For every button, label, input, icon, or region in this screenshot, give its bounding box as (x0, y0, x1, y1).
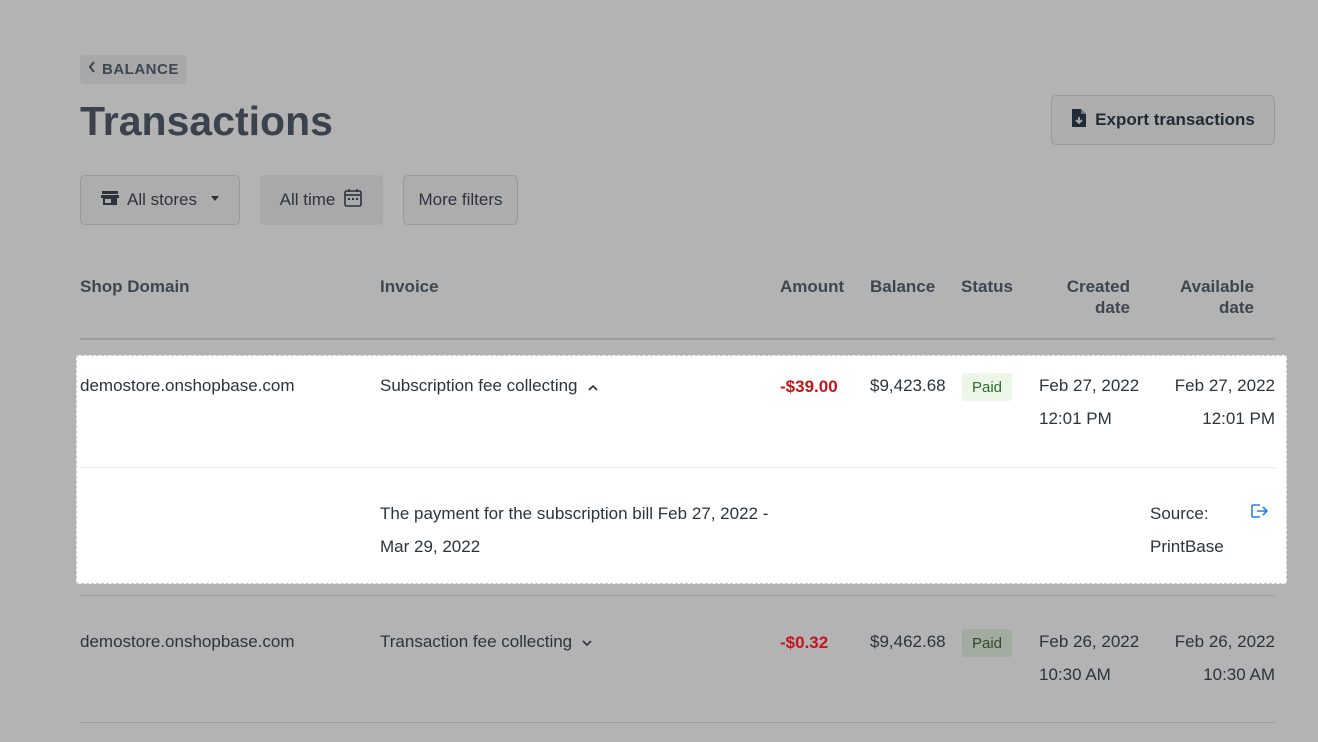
row1-detail-description: The payment for the subscription bill Fe… (380, 497, 768, 563)
col-header-created-line2: date (1095, 298, 1130, 317)
row2-available-day: Feb 26, 2022 (1174, 632, 1275, 651)
row2-status-badge: Paid (962, 629, 1013, 657)
row2-available-time: 10:30 AM (1203, 665, 1275, 684)
row1-detail-source: Source: PrintBase (1150, 497, 1224, 563)
row1-divider (80, 595, 1275, 596)
row1-available-date: Feb 27, 2022 12:01 PM (1160, 369, 1275, 435)
row2-amount: -$0.32 (780, 633, 829, 652)
row1-available-day: Feb 27, 2022 (1174, 376, 1275, 395)
row1-invoice-toggle[interactable]: Subscription fee collecting (380, 369, 598, 402)
store-filter-label: All stores (127, 190, 197, 209)
open-external-icon[interactable] (1250, 503, 1270, 524)
col-header-available-line2: date (1219, 298, 1254, 317)
row2-divider (80, 722, 1275, 723)
row1-source-label: Source: (1150, 504, 1209, 523)
row2-balance: $9,462.68 (870, 632, 946, 651)
row1-available-time: 12:01 PM (1202, 409, 1275, 428)
chevron-left-icon (88, 61, 96, 75)
row1-detail-divider (80, 467, 1275, 468)
row1-created-date: Feb 27, 2022 12:01 PM (1039, 369, 1139, 435)
row1-created-day: Feb 27, 2022 (1039, 376, 1140, 395)
export-transactions-button[interactable]: Export transactions (1051, 95, 1275, 145)
table-header-divider (80, 338, 1275, 340)
back-to-balance-button[interactable]: BALANCE (80, 55, 187, 84)
row2-invoice-toggle[interactable]: Transaction fee collecting (380, 625, 592, 658)
calendar-icon (343, 188, 363, 213)
date-filter-label: All time (279, 190, 336, 209)
col-header-balance: Balance (870, 277, 936, 296)
col-header-amount: Amount (780, 277, 845, 296)
row2-created-time: 10:30 AM (1039, 665, 1111, 684)
row1-balance: $9,423.68 (870, 376, 946, 395)
more-filters-button[interactable]: More filters (403, 175, 518, 225)
row1-created-time: 12:01 PM (1039, 409, 1112, 428)
col-header-invoice: Invoice (380, 277, 439, 296)
col-header-created-line1: Created (1066, 277, 1130, 296)
page-title: Transactions (80, 98, 333, 144)
row1-invoice-label: Subscription fee collecting (380, 376, 578, 395)
col-header-available-line1: Available (1179, 277, 1254, 296)
col-header-status: Status (961, 277, 1013, 296)
row1-detail-line1: The payment for the subscription bill Fe… (380, 504, 769, 523)
export-label: Export transactions (1095, 110, 1255, 129)
row2-created-day: Feb 26, 2022 (1039, 632, 1140, 651)
col-header-shop-domain: Shop Domain (80, 277, 190, 296)
file-export-icon (1071, 108, 1087, 133)
back-label: BALANCE (102, 61, 179, 78)
store-icon (101, 190, 120, 211)
caret-down-icon (210, 195, 219, 201)
row1-source-value: PrintBase (1150, 537, 1224, 556)
row1-shop-domain: demostore.onshopbase.com (80, 376, 295, 395)
store-filter-dropdown[interactable]: All stores (80, 175, 240, 225)
row2-invoice-label: Transaction fee collecting (380, 632, 573, 651)
more-filters-label: More filters (418, 190, 503, 209)
col-header-available-date: Available date (1154, 276, 1254, 318)
date-range-filter[interactable]: All time (260, 175, 383, 225)
chevron-up-icon (587, 369, 598, 402)
row2-shop-domain: demostore.onshopbase.com (80, 632, 295, 651)
col-header-created-date: Created date (1030, 276, 1130, 318)
chevron-down-icon (582, 625, 592, 658)
row1-detail-line2: Mar 29, 2022 (380, 537, 481, 556)
row1-amount: -$39.00 (780, 377, 838, 396)
row2-available-date: Feb 26, 2022 10:30 AM (1160, 625, 1275, 691)
row1-status-badge: Paid (962, 373, 1013, 401)
row2-created-date: Feb 26, 2022 10:30 AM (1039, 625, 1139, 691)
